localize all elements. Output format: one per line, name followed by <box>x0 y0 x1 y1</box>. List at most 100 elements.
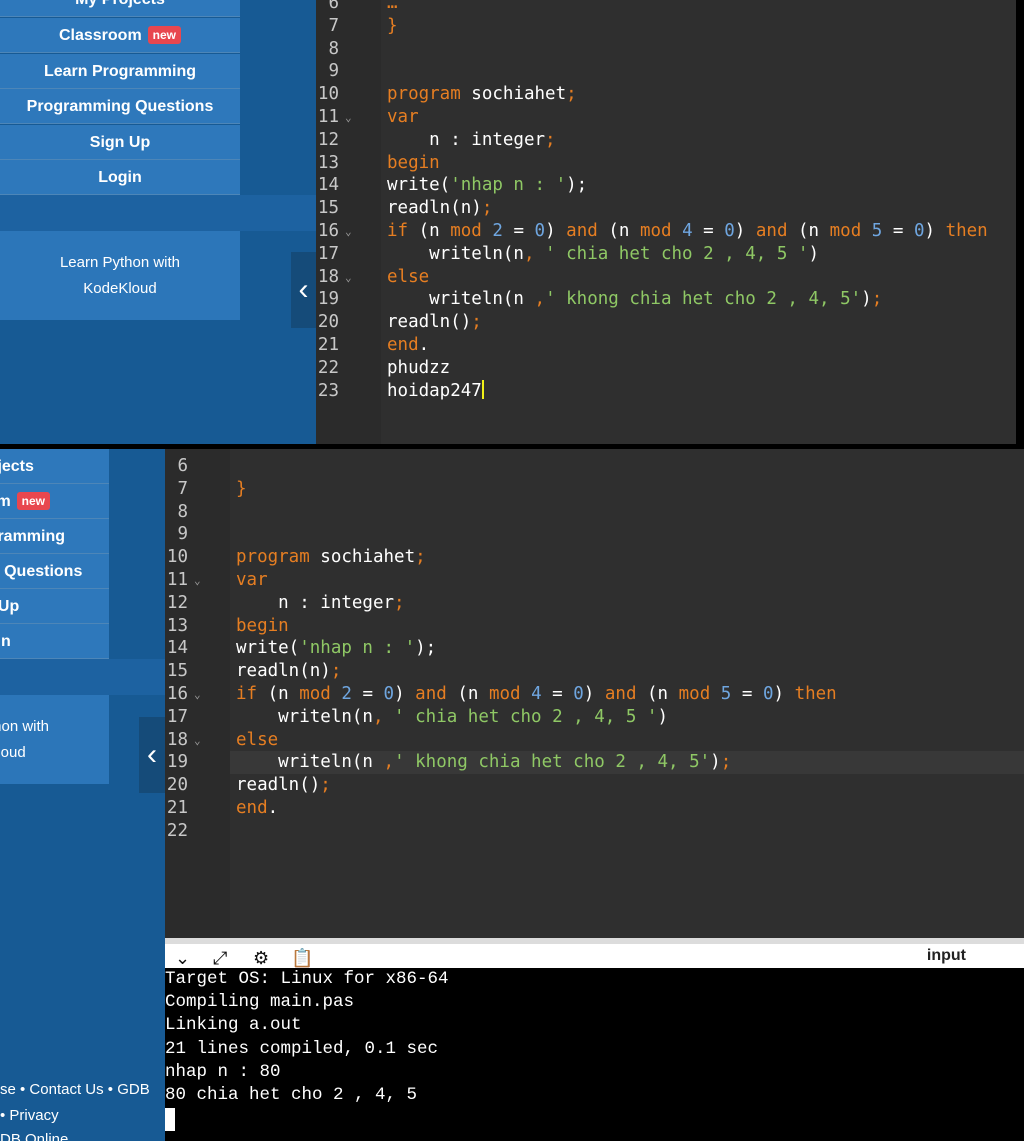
nav-label: Login <box>0 633 11 650</box>
terminal-line: Linking a.out <box>165 1015 302 1035</box>
nav-sign-up[interactable]: Sign Up <box>0 589 109 624</box>
promo-line: KodeKloud <box>83 280 157 297</box>
nav-learn-programming[interactable]: Learn Programming <box>0 54 240 89</box>
code-line: 8 <box>165 501 1024 524</box>
nav-my-projects[interactable]: My Projects <box>0 0 240 17</box>
line-number: 12 <box>166 592 188 613</box>
promo-kodekloud[interactable]: Learn Python with KodeKloud <box>0 231 240 320</box>
nav-classroom[interactable]: Classroom new <box>0 484 109 519</box>
nav-label: My Projects <box>75 0 165 8</box>
code-line: 14 write('nhap n : '); <box>316 174 1016 197</box>
code-lines: 6… 7} 8 9 10 program sochiahet; 11 ⌄ var 12 n : i… <box>316 0 1016 444</box>
screenshot-top: My Projects Classroom new Learn Programmi… <box>0 0 1016 444</box>
code-line: 22 phudzz <box>316 357 1016 380</box>
code-text: if (n mod 2 = 0) and (n mod 4 = 0) and (… <box>236 684 837 704</box>
nav-sign-up[interactable]: Sign Up <box>0 125 240 160</box>
code-text: program sochiahet; <box>236 547 426 568</box>
line-number: 13 <box>317 152 339 173</box>
code-line: 20 readln(); <box>165 774 1024 797</box>
code-text: write('nhap n : '); <box>236 638 437 659</box>
fold-toggle-icon[interactable]: ⌄ <box>345 266 352 289</box>
code-text: else <box>236 729 279 750</box>
fold-toggle-icon[interactable]: ⌄ <box>194 569 201 592</box>
fold-toggle-icon[interactable]: ⌄ <box>194 683 201 706</box>
code-line: 22 <box>165 820 1024 843</box>
nav-login[interactable]: Login <box>0 624 109 659</box>
line-number: 6 <box>177 456 188 476</box>
code-text: } <box>387 15 398 36</box>
line-number: 8 <box>177 501 188 522</box>
terminal-line: 21 lines compiled, 0.1 sec <box>165 1039 439 1059</box>
promo-kodekloud[interactable]: Learn Python with KodeKloud <box>0 695 109 784</box>
code-line: 15 readln(n); <box>165 660 1024 683</box>
nav-login[interactable]: Login <box>0 160 240 195</box>
code-text: hoidap247 <box>387 379 484 401</box>
terminal-input-cursor[interactable] <box>165 1108 175 1131</box>
footer-links[interactable]: se • Contact Us • GDB <box>0 1081 150 1098</box>
nav-classroom[interactable]: Classroom new <box>0 18 240 53</box>
fold-toggle-icon[interactable]: ⌄ <box>194 729 201 752</box>
line-number: 20 <box>317 312 339 333</box>
line-number: 23 <box>317 380 339 401</box>
terminal-line: Target OS: Linux for x86-64 <box>165 969 449 989</box>
footer-online[interactable]: DB Online <box>0 1131 68 1141</box>
line-number: 19 <box>317 289 339 310</box>
nav-learn-programming[interactable]: Learn Programming <box>0 519 109 554</box>
code-line: 10 program sochiahet; <box>165 546 1024 569</box>
code-line: 11 ⌄ var <box>165 569 1024 592</box>
line-number: 11 <box>166 570 188 590</box>
nav-programming-questions[interactable]: Programming Questions <box>0 554 109 589</box>
line-number: 9 <box>177 524 188 545</box>
code-line: 17 writeln(n, ' chia het cho 2 , 4, 5 ') <box>165 706 1024 729</box>
clipboard-icon[interactable]: 📋 <box>291 948 313 968</box>
line-number: 21 <box>317 335 339 355</box>
text-cursor <box>481 379 484 399</box>
line-number: 14 <box>166 638 188 659</box>
code-line: 12 n : integer; <box>316 129 1016 152</box>
gear-icon[interactable]: ⚙ <box>253 948 269 968</box>
code-text: if (n mod 2 = 0) and (n mod 4 = 0) and (… <box>387 221 988 241</box>
code-text: writeln(n, ' chia het cho 2 , 4, 5 ') <box>387 243 819 264</box>
input-tab[interactable]: input <box>927 947 966 965</box>
code-text: … <box>387 0 398 13</box>
code-text: program sochiahet; <box>387 84 577 105</box>
code-text: readln(n); <box>236 661 342 682</box>
sidebar-spacer <box>0 195 316 231</box>
nav-programming-questions[interactable]: Programming Questions <box>0 89 240 124</box>
code-line: 19 writeln(n ,' khong chia het cho 2 , 4… <box>165 751 1024 774</box>
code-text: readln(); <box>236 775 331 796</box>
code-text: readln(); <box>387 312 482 333</box>
fold-toggle-icon[interactable]: ⌄ <box>345 106 352 129</box>
sidebar-spacer <box>0 659 165 695</box>
fold-toggle-icon[interactable]: ⌄ <box>345 220 352 243</box>
nav-label: Classroom <box>58 27 142 44</box>
code-lines: 6 7} 8 9 10 program sochiahet; 11 ⌄ var 12 n : in… <box>165 449 1024 938</box>
terminal-output[interactable]: Target OS: Linux for x86-64 Compiling ma… <box>165 968 1024 1141</box>
chevron-down-icon[interactable]: ⌄ <box>175 948 190 968</box>
footer-privacy[interactable]: • Privacy <box>0 1107 59 1124</box>
code-line: 14 write('nhap n : '); <box>165 637 1024 660</box>
line-number: 20 <box>166 775 188 796</box>
line-number: 18 <box>166 729 188 750</box>
line-number: 13 <box>166 615 188 636</box>
line-number: 15 <box>317 198 339 219</box>
code-text: else <box>387 266 430 287</box>
code-line: 18 ⌄ else <box>165 729 1024 752</box>
nav-my-projects[interactable]: My Projects <box>0 449 109 484</box>
code-text: writeln(n, ' chia het cho 2 , 4, 5 ') <box>236 706 668 727</box>
code-line: 9 <box>316 60 1016 83</box>
expand-icon[interactable]: ⤢ <box>213 948 227 968</box>
screenshot-bottom: My Projects Classroom new Learn Programmi… <box>0 449 1024 1141</box>
code-text: n : integer; <box>387 129 556 150</box>
code-line: 6 <box>165 455 1024 478</box>
line-number: 17 <box>166 706 188 727</box>
line-number: 10 <box>317 84 339 105</box>
line-number: 10 <box>166 547 188 568</box>
code-line: 8 <box>316 38 1016 61</box>
nav-label: My Projects <box>0 458 34 475</box>
promo-line: Learn Python with <box>59 254 181 271</box>
terminal-line: Compiling main.pas <box>165 992 355 1012</box>
line-number: 12 <box>317 129 339 150</box>
line-number: 17 <box>317 243 339 264</box>
line-number: 22 <box>317 357 339 378</box>
